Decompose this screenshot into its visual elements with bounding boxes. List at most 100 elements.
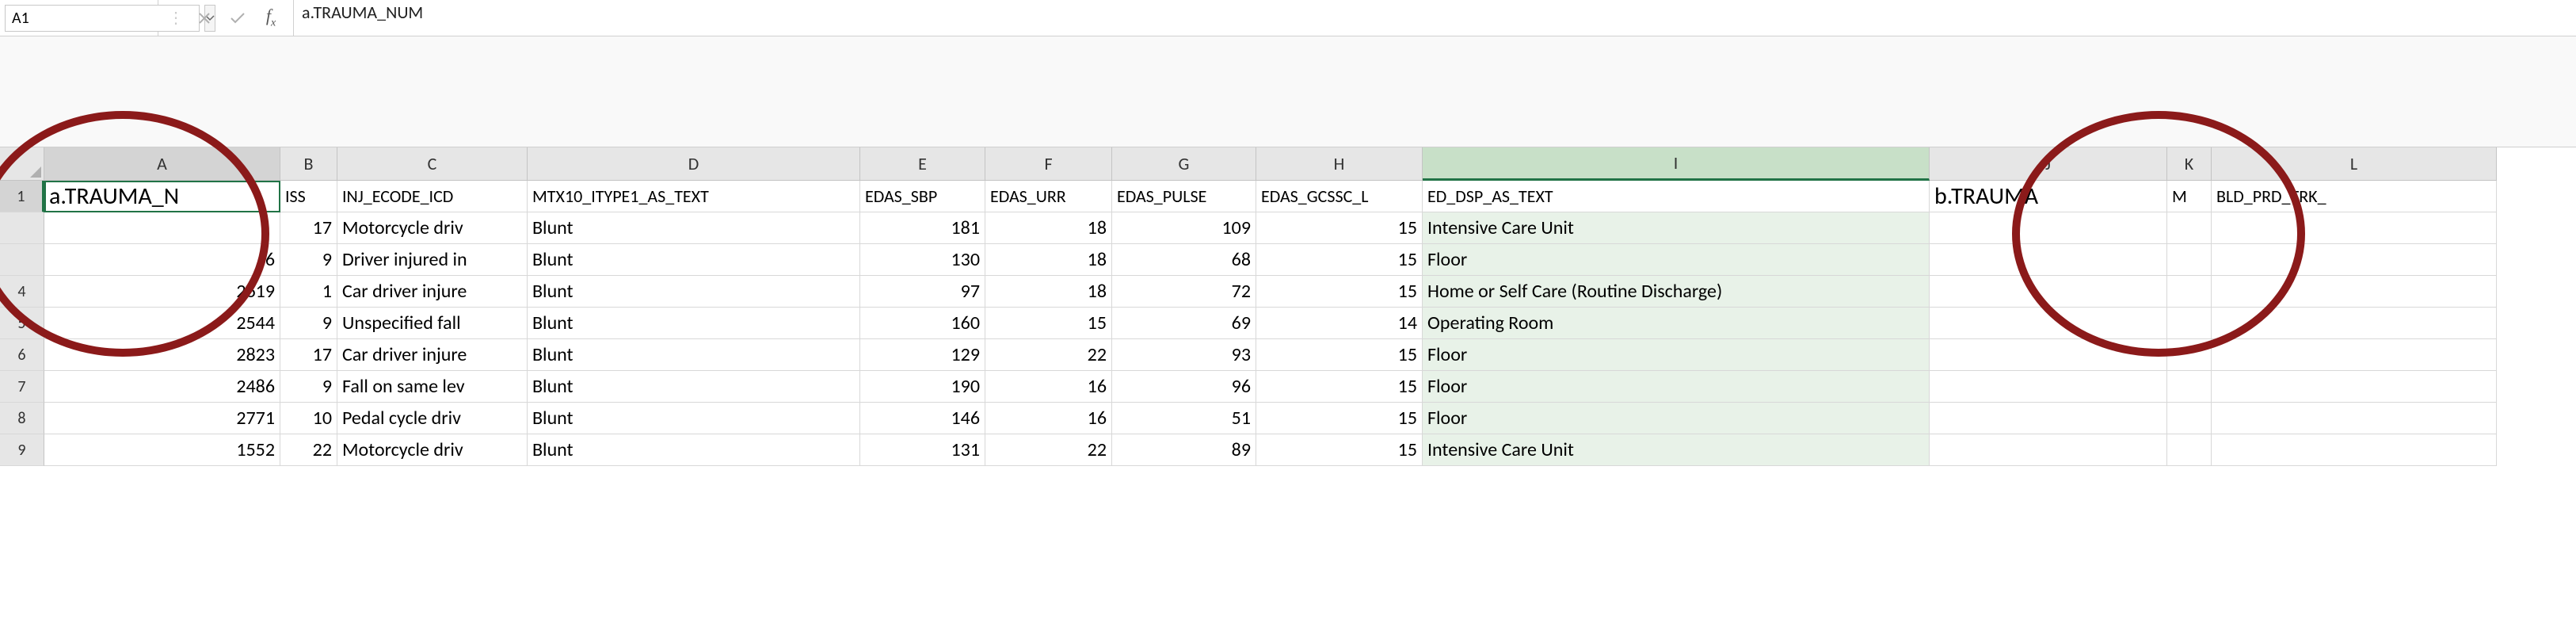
cell[interactable]: 22 (985, 434, 1112, 466)
cell[interactable]: Intensive Care Unit (1423, 212, 1930, 244)
cell[interactable]: 68 (1112, 244, 1256, 276)
cell[interactable] (2212, 244, 2497, 276)
cell[interactable]: 1552 (44, 434, 280, 466)
cell[interactable]: 2771 (44, 403, 280, 434)
cell[interactable]: 131 (860, 434, 985, 466)
cell[interactable] (2167, 276, 2212, 308)
cell[interactable]: Driver injured in (337, 244, 528, 276)
cell[interactable]: Operating Room (1423, 308, 1930, 339)
column-header-J[interactable]: J (1930, 147, 2167, 181)
cell[interactable]: 10 (280, 403, 337, 434)
formula-expand-area[interactable] (0, 36, 2576, 147)
cell[interactable]: 15 (1256, 403, 1423, 434)
cell[interactable]: 15 (1256, 212, 1423, 244)
column-label-cell[interactable]: EDAS_URR (985, 181, 1112, 212)
cell[interactable]: 14 (1256, 308, 1423, 339)
cell[interactable]: 6 (44, 244, 280, 276)
cell[interactable]: 18 (985, 244, 1112, 276)
formula-input[interactable]: a.TRAUMA_NUM (302, 2, 2568, 34)
cell[interactable]: Motorcycle driv (337, 212, 528, 244)
cell[interactable]: 16 (985, 371, 1112, 403)
cell[interactable]: 15 (1256, 434, 1423, 466)
cell[interactable] (1930, 308, 2167, 339)
row-header[interactable]: 6 (0, 339, 44, 371)
cell[interactable]: 129 (860, 339, 985, 371)
cell[interactable]: Blunt (528, 371, 860, 403)
cell[interactable]: Floor (1423, 244, 1930, 276)
cell[interactable]: Intensive Care Unit (1423, 434, 1930, 466)
cell[interactable] (1930, 403, 2167, 434)
cell[interactable] (1930, 212, 2167, 244)
cell[interactable] (2212, 371, 2497, 403)
column-header-B[interactable]: B (280, 147, 337, 181)
cell[interactable]: Home or Self Care (Routine Discharge) (1423, 276, 1930, 308)
cell[interactable]: 15 (985, 308, 1112, 339)
column-header-K[interactable]: K (2167, 147, 2212, 181)
cell[interactable]: Blunt (528, 308, 860, 339)
cell[interactable] (2167, 339, 2212, 371)
column-label-cell[interactable]: ED_DSP_AS_TEXT (1423, 181, 1930, 212)
cell[interactable]: 22 (280, 434, 337, 466)
cell[interactable] (2212, 434, 2497, 466)
cell[interactable] (2167, 244, 2212, 276)
cell[interactable] (2212, 276, 2497, 308)
row-header[interactable]: 1 (0, 181, 44, 212)
select-all-corner[interactable] (0, 147, 44, 181)
cell[interactable]: 190 (860, 371, 985, 403)
column-label-cell[interactable]: M (2167, 181, 2212, 212)
cell[interactable]: 51 (1112, 403, 1256, 434)
cell[interactable] (2167, 371, 2212, 403)
cell[interactable]: 9 (280, 244, 337, 276)
row-header[interactable]: 5 (0, 308, 44, 339)
cell[interactable] (2212, 308, 2497, 339)
cell[interactable] (2167, 403, 2212, 434)
row-header[interactable] (0, 244, 44, 276)
cell[interactable]: Floor (1423, 371, 1930, 403)
cell[interactable]: Pedal cycle driv (337, 403, 528, 434)
cell[interactable]: 9 (280, 371, 337, 403)
cell[interactable]: 89 (1112, 434, 1256, 466)
row-header[interactable]: 4 (0, 276, 44, 308)
cell[interactable]: 97 (860, 276, 985, 308)
cell[interactable] (1930, 371, 2167, 403)
cell[interactable]: Blunt (528, 212, 860, 244)
cell[interactable]: 2544 (44, 308, 280, 339)
column-label-cell[interactable]: a.TRAUMA_N (44, 181, 280, 212)
cell[interactable] (2212, 339, 2497, 371)
cell[interactable]: 130 (860, 244, 985, 276)
cell[interactable]: Blunt (528, 434, 860, 466)
cell[interactable]: 15 (1256, 339, 1423, 371)
cell[interactable] (44, 212, 280, 244)
cell[interactable]: Floor (1423, 339, 1930, 371)
column-label-cell[interactable]: BLD_PRD_TRK_ (2212, 181, 2497, 212)
column-label-cell[interactable]: EDAS_GCSSC_L (1256, 181, 1423, 212)
column-header-H[interactable]: H (1256, 147, 1423, 181)
cell[interactable]: 15 (1256, 244, 1423, 276)
cell[interactable]: Blunt (528, 339, 860, 371)
column-label-cell[interactable]: EDAS_PULSE (1112, 181, 1256, 212)
cell[interactable]: 15 (1256, 276, 1423, 308)
column-header-D[interactable]: D (528, 147, 860, 181)
grid[interactable]: a.TRAUMA_NISSINJ_ECODE_ICDMTX10_ITYPE1_A… (44, 181, 2497, 466)
column-header-E[interactable]: E (860, 147, 985, 181)
cell[interactable] (1930, 434, 2167, 466)
column-label-cell[interactable]: b.TRAUMA (1930, 181, 2167, 212)
cell[interactable]: 160 (860, 308, 985, 339)
cell[interactable]: 18 (985, 212, 1112, 244)
cell[interactable]: 22 (985, 339, 1112, 371)
enter-formula-button[interactable] (225, 6, 250, 31)
column-header-A[interactable]: A (44, 147, 280, 181)
row-header[interactable]: 9 (0, 434, 44, 466)
cell[interactable] (2212, 403, 2497, 434)
cancel-formula-button[interactable] (192, 6, 217, 31)
cell[interactable]: 16 (985, 403, 1112, 434)
cell[interactable]: 18 (985, 276, 1112, 308)
cell[interactable]: Blunt (528, 403, 860, 434)
column-header-G[interactable]: G (1112, 147, 1256, 181)
cell[interactable]: 1 (280, 276, 337, 308)
column-header-C[interactable]: C (337, 147, 528, 181)
cell[interactable]: Car driver injure (337, 276, 528, 308)
cell[interactable]: 2823 (44, 339, 280, 371)
cell[interactable] (2167, 212, 2212, 244)
cell[interactable] (2212, 212, 2497, 244)
